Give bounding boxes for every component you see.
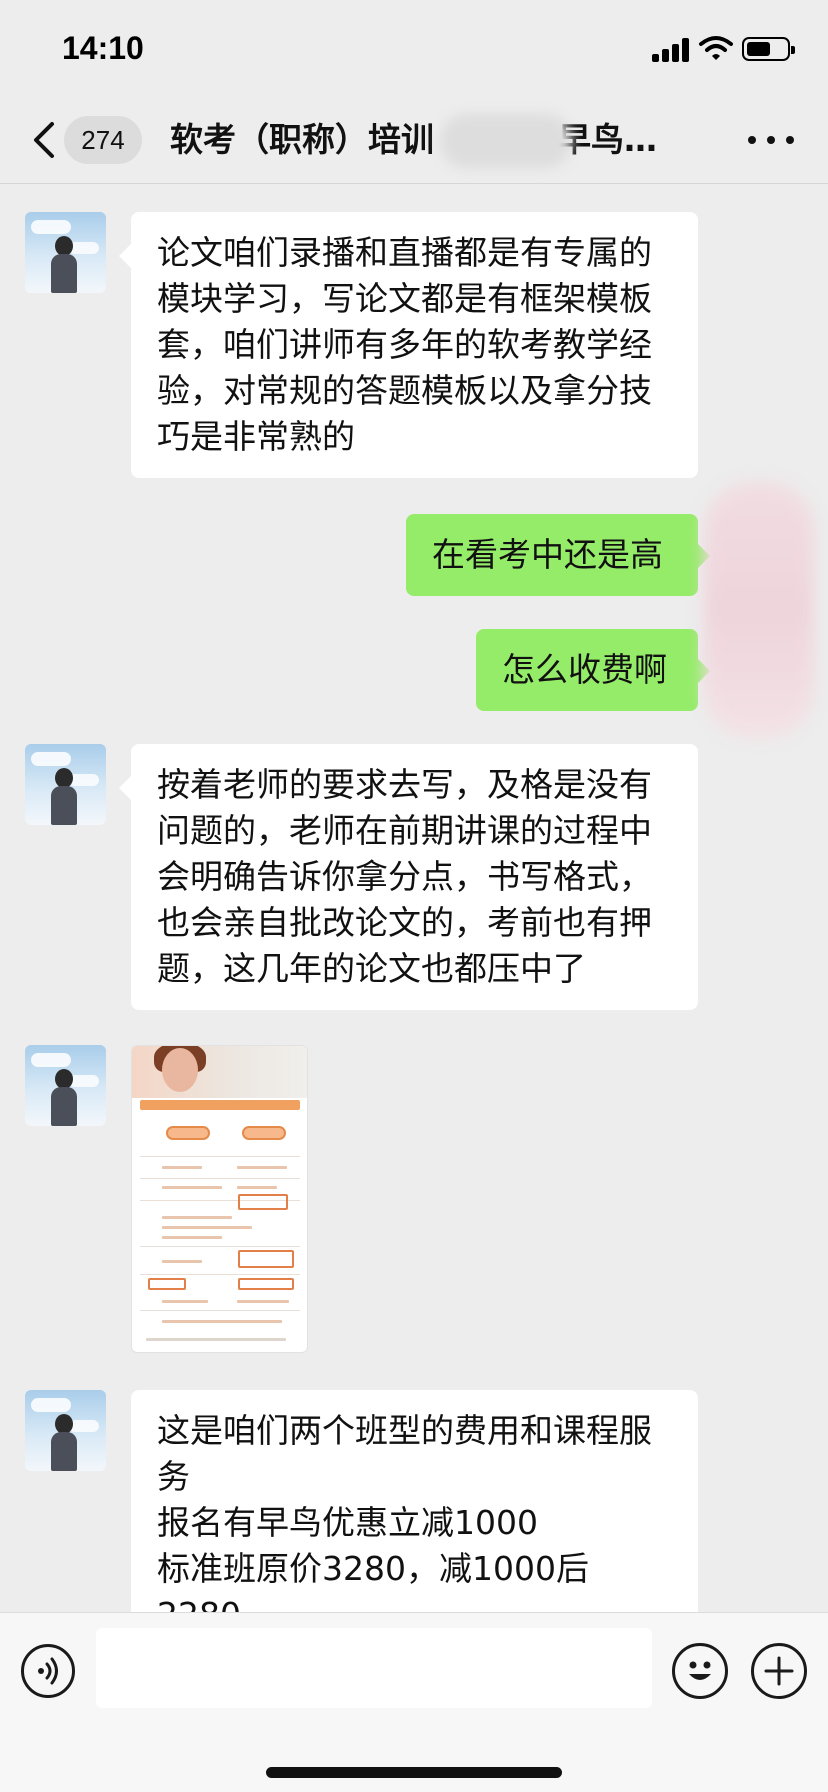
chevron-left-icon[interactable] xyxy=(26,118,66,162)
chat-title-end: 早鸟… xyxy=(558,120,657,159)
plus-icon[interactable] xyxy=(751,1643,807,1699)
home-indicator xyxy=(266,1767,562,1778)
redaction-blur xyxy=(440,114,572,168)
contact-avatar[interactable] xyxy=(25,744,106,825)
unread-count-badge[interactable]: 274 xyxy=(64,116,142,164)
battery-icon xyxy=(742,37,795,61)
contact-avatar[interactable] xyxy=(25,212,106,293)
message-input[interactable] xyxy=(96,1628,652,1708)
message-bubble-outgoing[interactable]: 在看考中还是高 xyxy=(406,514,710,596)
chat-title-start: 软考（职称）培训 xyxy=(170,120,434,159)
signal-icon xyxy=(652,38,692,62)
chat-title: 软考（职称）培训 早鸟… xyxy=(170,118,690,162)
more-dots-icon[interactable] xyxy=(748,130,794,150)
image-message[interactable] xyxy=(131,1045,308,1353)
message-bubble-incoming[interactable]: 论文咱们录播和直播都是有专属的模块学习，写论文都是有框架模板套，咱们讲师有多年的… xyxy=(119,212,698,478)
message-bubble-incoming[interactable]: 这是咱们两个班型的费用和课程服务 报名有早鸟优惠立减1000 标准班原价3280… xyxy=(131,1390,698,1630)
message-line: 报名有早鸟优惠立减1000 xyxy=(157,1503,538,1542)
message-line: 标准班原价3280，减1000后 xyxy=(157,1549,589,1588)
message-bubble-outgoing[interactable]: 怎么收费啊 xyxy=(476,629,710,711)
voice-icon[interactable] xyxy=(21,1644,75,1698)
status-time: 14:10 xyxy=(62,30,144,66)
emoji-icon[interactable] xyxy=(672,1643,728,1699)
status-bar: 14:10 xyxy=(0,0,828,96)
chat-header: 274 软考（职称）培训 早鸟… xyxy=(0,96,828,184)
wifi-icon xyxy=(699,36,733,60)
self-avatar-blurred xyxy=(704,482,814,738)
contact-avatar[interactable] xyxy=(25,1045,106,1126)
input-bar xyxy=(0,1612,828,1792)
message-line: 这是咱们两个班型的费用和课程服务 xyxy=(157,1411,652,1496)
message-bubble-incoming[interactable]: 按着老师的要求去写，及格是没有问题的，老师在前期讲课的过程中会明确告诉你拿分点，… xyxy=(119,744,698,1010)
contact-avatar[interactable] xyxy=(25,1390,106,1471)
